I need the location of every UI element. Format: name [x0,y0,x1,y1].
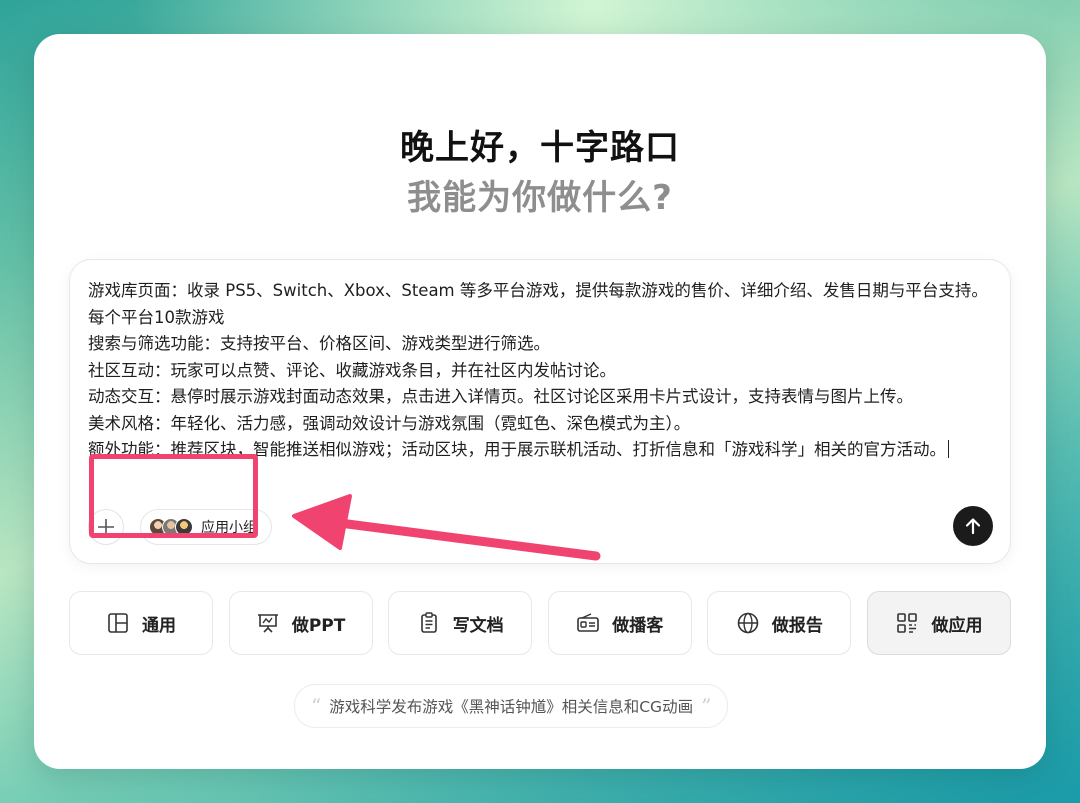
layout-icon [108,613,128,633]
prompt-textarea[interactable]: 游戏库页面：收录 PS5、Switch、Xbox、Steam 等多平台游戏，提供… [88,278,994,464]
prompt-line: 游戏库页面：收录 PS5、Switch、Xbox、Steam 等多平台游戏，提供… [88,281,988,327]
suggestion-text: 游戏科学发布游戏《黑神话钟馗》相关信息和CG动画 [329,698,694,716]
presentation-icon [257,614,278,633]
mode-podcast-button[interactable]: 做播客 [547,591,692,655]
annotation-arrow-icon [292,494,601,561]
mode-label: 做应用 [931,615,983,636]
mode-bar: 通用 做PPT 写文档 做播客 做报告 做应用 [69,591,1011,657]
arrow-up-icon [965,518,981,535]
clipboard-icon [420,612,437,633]
prompt-line: 社区互动：玩家可以点赞、评论、收藏游戏条目，并在社区内发帖讨论。 [88,360,616,380]
greeting-subtitle: 我能为你做什么? [407,178,673,218]
send-button[interactable] [953,506,993,546]
main-card: 晚上好，十字路口 我能为你做什么? 游戏库页面：收录 PS5、Switch、Xb… [34,34,1046,769]
mode-label: 做报告 [771,615,823,636]
prompt-line: 动态交互：悬停时展示游戏封面动态效果，点击进入详情页。社区讨论区采用卡片式设计，… [88,387,913,406]
mode-report-button[interactable]: 做报告 [707,591,852,655]
globe-icon [737,612,759,634]
radio-icon [577,613,600,632]
annotation-highlight-box [89,454,258,538]
mode-label: 写文档 [452,615,504,636]
mode-label: 做播客 [612,615,664,636]
apps-grid-icon [897,613,918,633]
mode-label: 通用 [142,615,176,636]
mode-label: 做PPT [291,615,346,636]
suggestion-chip[interactable]: “ 游戏科学发布游戏《黑神话钟馗》相关信息和CG动画 ” [294,684,729,728]
close-quote-icon: ” [701,694,712,718]
mode-app-button[interactable]: 做应用 [866,591,1011,655]
mode-document-button[interactable]: 写文档 [388,591,533,655]
prompt-line: 搜索与筛选功能：支持按平台、价格区间、游戏类型进行筛选。 [88,334,550,353]
greeting-title: 晚上好，十字路口 [400,128,680,168]
mode-general-button[interactable]: 通用 [69,591,213,655]
mode-ppt-button[interactable]: 做PPT [228,591,373,655]
text-caret [948,440,949,458]
open-quote-icon: “ [311,694,322,718]
prompt-line: 美术风格：年轻化、活力感，强调动效设计与游戏氛围（霓虹色、深色模式为主）。 [88,413,691,433]
